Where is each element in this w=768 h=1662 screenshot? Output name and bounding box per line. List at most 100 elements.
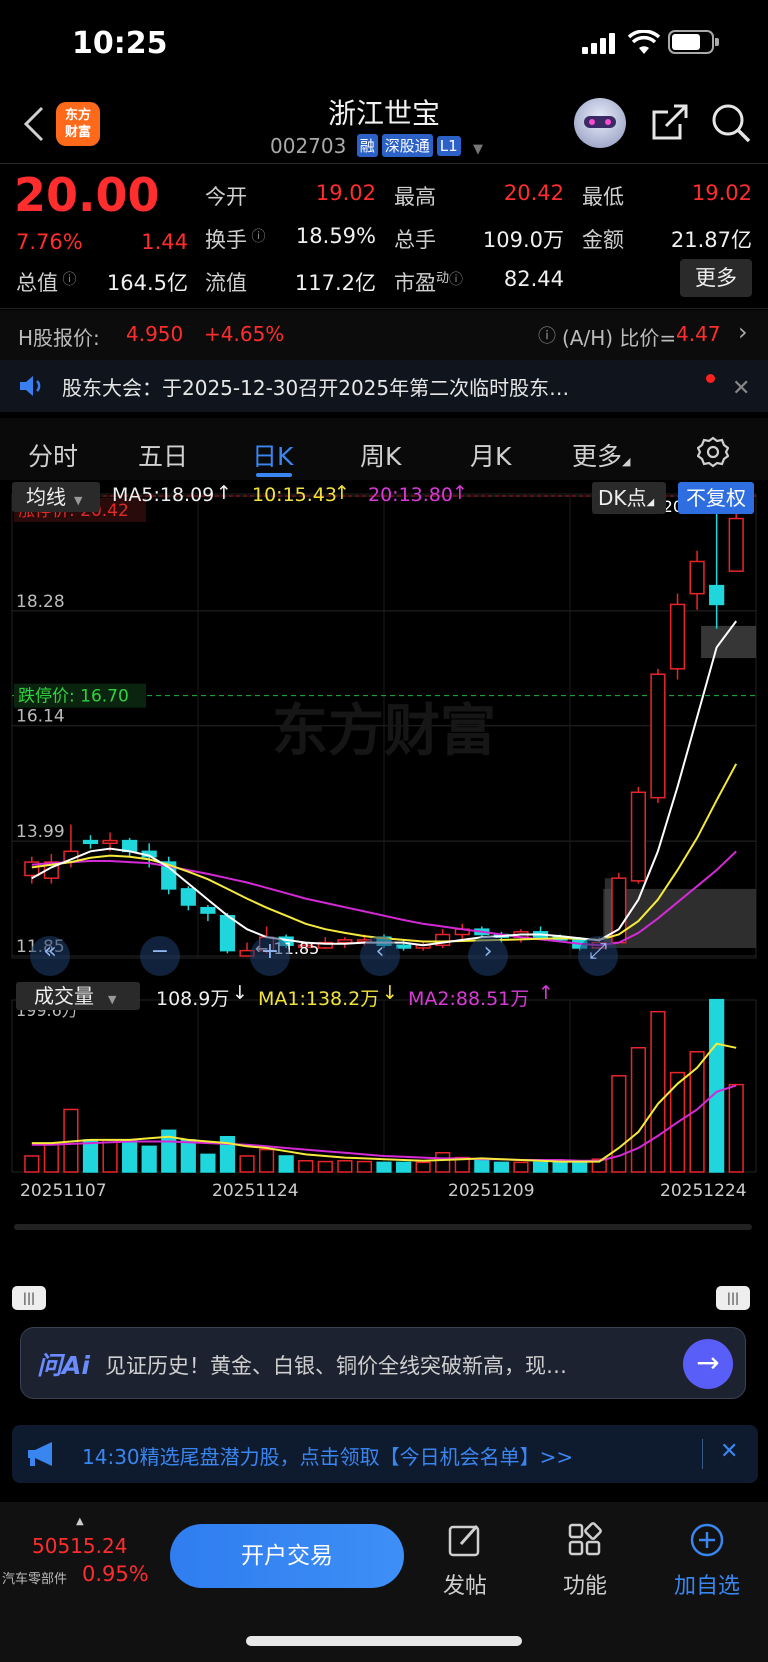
volume-bar-down (180, 1139, 196, 1173)
candle-up (728, 517, 744, 572)
candle-down (219, 914, 236, 952)
tab-active-indicator (256, 473, 292, 477)
high-value: 20.42 (503, 181, 564, 205)
post-tab[interactable]: 发帖 (420, 1520, 510, 1600)
tab-monthly-k[interactable]: 月K (470, 437, 511, 473)
stock-code-row[interactable]: 002703 融深股通 L1 ▼ (270, 134, 483, 158)
candle-down (180, 888, 196, 906)
volume-bar-down (200, 1153, 216, 1173)
tab-weekly-k[interactable]: 周K (360, 437, 401, 473)
volume-bar-up (630, 1047, 646, 1173)
open-trade-button[interactable]: 开户交易 (170, 1524, 404, 1588)
tab-intraday[interactable]: 分时 (28, 437, 78, 473)
add-watchlist-label: 加自选 (673, 1574, 740, 1599)
volume-bar-up (239, 1155, 255, 1173)
candle-up (650, 673, 666, 799)
ma20-arrow-icon: ↑ (452, 482, 468, 504)
function-tab[interactable]: 功能 (540, 1520, 630, 1600)
volume-selector[interactable]: 成交量 ▼ (16, 982, 140, 1010)
close-icon[interactable]: ✕ (732, 376, 750, 401)
more-button[interactable]: 更多 (680, 259, 752, 297)
dropdown-caret-icon: ▼ (108, 993, 117, 1006)
home-indicator (246, 1636, 522, 1646)
index-ticker[interactable]: ▲ 50515.24 汽车零部件 0.95% (0, 1512, 160, 1592)
caret-icon: ◢ (646, 497, 655, 508)
kline-chart-area[interactable]: 东方财富 20.4218.2816.1413.9911.85涨停价: 20.42… (0, 480, 768, 1310)
battery-icon (668, 30, 719, 54)
volume-bar-down (709, 998, 725, 1173)
post-label: 发帖 (442, 1574, 487, 1599)
promo-close-icon[interactable]: ✕ (720, 1439, 738, 1464)
chart-watermark: 东方财富 (272, 699, 496, 764)
kline-chart[interactable]: 东方财富 20.4218.2816.1413.9911.85涨停价: 20.42… (0, 480, 768, 1310)
tab-five-day[interactable]: 五日 (138, 437, 188, 473)
range-handle-right[interactable]: ||| (716, 1286, 750, 1310)
range-handle-left[interactable]: ||| (12, 1286, 46, 1310)
grid-apps-icon (568, 1522, 602, 1556)
price-tick-label: 13.99 (16, 822, 65, 842)
chart-control-icon: + (261, 939, 279, 964)
volume-bar-down (278, 1155, 294, 1173)
hshare-row[interactable]: H股报价: 4.950 +4.65% ⓘ (A/H) 比价= 4.47 › (0, 310, 768, 360)
ai-assistant-bar[interactable]: 问Ai 见证历史！黄金、白银、铜价全线突破新高，现… → (20, 1327, 746, 1399)
chart-control-icon: ⤢ (589, 939, 607, 964)
info-icon[interactable]: ⓘ (58, 272, 76, 288)
tab-more[interactable]: 更多◢ (572, 437, 630, 473)
caret-icon: ◢ (622, 455, 631, 468)
volume-ma1-arrow-icon: ↓ (382, 982, 398, 1004)
search-icon[interactable] (710, 102, 752, 144)
ma5-arrow-icon: ↑ (216, 482, 232, 504)
help-icon[interactable]: ⓘ (538, 322, 556, 348)
volume-bar-down (493, 1161, 510, 1173)
low-label: 最低 (582, 185, 624, 209)
share-icon[interactable] (650, 102, 690, 142)
volume-bar-down (376, 1161, 392, 1173)
candle-down (709, 584, 725, 606)
ai-brand: 问Ai (37, 1351, 90, 1380)
float-value: 117.2亿 (294, 271, 376, 295)
add-watchlist-tab[interactable]: 加自选 (662, 1520, 752, 1600)
promo-banner[interactable]: 14:30精选尾盘潜力股，点击领取【今日机会名单】>> ✕ (12, 1425, 758, 1483)
volume-arrow-icon: ↓ (232, 982, 248, 1004)
no-adjust-button[interactable]: 不复权 (678, 482, 754, 514)
status-time: 10:25 (72, 26, 168, 61)
volume-label: 总手 (394, 228, 436, 252)
high-label: 最高 (394, 185, 436, 209)
pe-value: 82.44 (503, 267, 564, 291)
volume-now: 108.9万 (156, 988, 230, 1010)
add-circle-icon (690, 1523, 724, 1557)
dropdown-caret-icon: ▼ (473, 142, 484, 157)
candle-down (200, 906, 216, 914)
ma10-arrow-icon: ↑ (334, 482, 350, 504)
volume-bar-down (572, 1161, 588, 1173)
ma20-value: 20:13.80 (368, 484, 453, 506)
ah-ratio-value: 4.47 (676, 322, 721, 346)
range-track[interactable] (14, 1224, 752, 1230)
volume-bar-up (650, 1010, 666, 1173)
volume-bar-down (532, 1161, 549, 1173)
change-percent: 7.76% (16, 230, 83, 254)
ai-send-button[interactable]: → (683, 1339, 733, 1389)
chevron-right-icon: › (738, 318, 748, 346)
candle-down (395, 944, 412, 949)
tab-daily-k[interactable]: 日K (252, 437, 293, 473)
volume-bar-up (298, 1160, 314, 1173)
dk-point-button[interactable]: DK点◢ (592, 482, 666, 514)
volume-bar-up (258, 1148, 275, 1173)
header-divider (0, 163, 768, 164)
ma-selector[interactable]: 均线 ▼ (12, 482, 100, 512)
notice-row[interactable]: 股东大会：于2025-12-30召开2025年第二次临时股东… ✕ (0, 360, 768, 412)
info-icon[interactable]: ⓘ (449, 272, 463, 288)
chart-control-icon: › (484, 939, 493, 964)
mktcap-value: 164.5亿 (106, 271, 188, 295)
signal-icon (582, 32, 616, 54)
volume-bar-up (435, 1152, 451, 1173)
index-value: 50515.24 (32, 1534, 128, 1558)
tag-connect: 深股通 (381, 134, 433, 157)
info-icon[interactable]: ⓘ (247, 229, 265, 245)
settings-gear-icon[interactable] (697, 436, 729, 468)
index-pct: 0.95% (82, 1562, 149, 1586)
volume-bar-up (337, 1160, 353, 1173)
robot-avatar-icon[interactable] (574, 98, 626, 148)
volume-bar-down (474, 1159, 490, 1173)
